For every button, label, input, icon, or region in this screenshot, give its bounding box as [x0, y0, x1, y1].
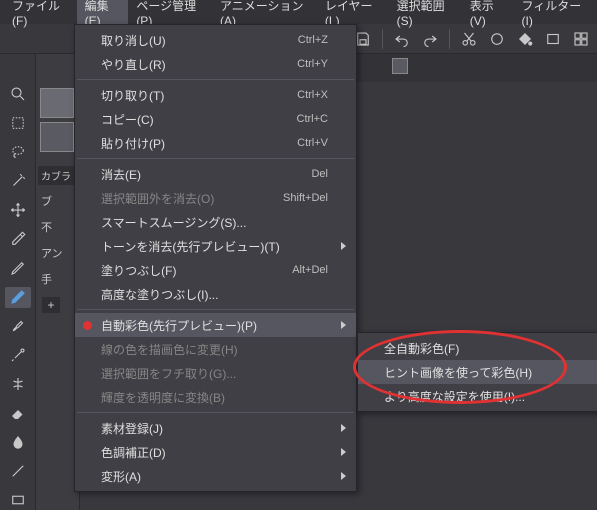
menu-separator [77, 79, 354, 80]
menuitem-line-to-drawcolor: 線の色を描画色に変更(H) [75, 337, 356, 361]
tool-airbrush-icon[interactable] [5, 344, 31, 365]
menuitem-clear[interactable]: 消去(E) Del [75, 162, 356, 186]
toolbar-separator [382, 29, 383, 49]
panel-add-button[interactable]: + [42, 297, 60, 313]
edit-menu: 取り消し(U) Ctrl+Z やり直し(R) Ctrl+Y 切り取り(T) Ct… [74, 24, 357, 492]
panel-row-4[interactable]: 手 [38, 269, 77, 289]
toolbox [0, 54, 36, 510]
panel-row-1[interactable]: ブ [38, 191, 77, 211]
tool-wand-icon[interactable] [5, 171, 31, 192]
tool-pen-icon[interactable] [5, 287, 31, 308]
menuitem-paste[interactable]: 貼り付け(P) Ctrl+V [75, 131, 356, 155]
panel-row-3[interactable]: アン [38, 243, 77, 263]
tool-marquee-icon[interactable] [5, 113, 31, 134]
submenu-arrow-icon [341, 242, 346, 250]
tool-lasso-icon[interactable] [5, 142, 31, 163]
menuitem-redo[interactable]: やり直し(R) Ctrl+Y [75, 52, 356, 76]
menuitem-cut[interactable]: 切り取り(T) Ctrl+X [75, 83, 356, 107]
menuitem-colorize[interactable]: 自動彩色(先行プレビュー)(P) [75, 313, 356, 337]
menuitem-transform[interactable]: 変形(A) [75, 464, 356, 488]
submenu-arrow-icon [341, 424, 346, 432]
menuitem-undo[interactable]: 取り消し(U) Ctrl+Z [75, 28, 356, 52]
submenu-full-auto[interactable]: 全自動彩色(F) [358, 336, 597, 360]
menuitem-selection-border: 選択範囲をフチ取り(G)... [75, 361, 356, 385]
tool-line-icon[interactable] [5, 460, 31, 481]
menuitem-clear-outside: 選択範囲外を消去(O) Shift+Del [75, 186, 356, 210]
toolbar-separator [449, 29, 450, 49]
menu-separator [77, 158, 354, 159]
panel-row-2[interactable]: 不 [38, 217, 77, 237]
tool-blend-icon[interactable] [5, 431, 31, 452]
toolbar-rect-icon[interactable] [541, 27, 565, 51]
brush-thumb-1[interactable] [40, 88, 74, 118]
tool-pencil-icon[interactable] [5, 258, 31, 279]
brush-group-label: カブラ [38, 166, 77, 185]
tool-rect-icon[interactable] [5, 489, 31, 510]
menuitem-remove-tone[interactable]: トーンを消去(先行プレビュー)(T) [75, 234, 356, 258]
tool-brush-icon[interactable] [5, 316, 31, 337]
toolbar-redo-icon[interactable] [418, 27, 442, 51]
tool-move-icon[interactable] [5, 200, 31, 221]
tool-magnify-icon[interactable] [5, 84, 31, 105]
submenu-hint-image[interactable]: ヒント画像を使って彩色(H) [358, 360, 597, 384]
menu-separator [77, 309, 354, 310]
tool-eyedropper-icon[interactable] [5, 229, 31, 250]
menuitem-smart-smoothing[interactable]: スマートスムージング(S)... [75, 210, 356, 234]
canvas-thumb[interactable] [392, 58, 408, 74]
tool-decoration-icon[interactable] [5, 373, 31, 394]
submenu-arrow-icon [341, 321, 346, 329]
menuitem-brightness-to-opacity: 輝度を透明度に変換(B) [75, 385, 356, 409]
toolbar-grid-icon[interactable] [569, 27, 593, 51]
submenu-arrow-icon [341, 472, 346, 480]
menu-file[interactable]: ファイル(F) [4, 0, 77, 32]
annotation-bullet-icon [83, 321, 92, 330]
tool-eraser-icon[interactable] [5, 402, 31, 423]
toolbar-undo-icon[interactable] [390, 27, 414, 51]
toolbar-bucket-icon[interactable] [513, 27, 537, 51]
menu-separator [77, 412, 354, 413]
colorize-submenu: 全自動彩色(F) ヒント画像を使って彩色(H) より高度な設定を使用(I)... [357, 332, 597, 412]
menuitem-copy[interactable]: コピー(C) Ctrl+C [75, 107, 356, 131]
toolbar-cut-icon[interactable] [457, 27, 481, 51]
menuitem-tonal-correction[interactable]: 色調補正(D) [75, 440, 356, 464]
submenu-arrow-icon [341, 448, 346, 456]
submenu-advanced-settings[interactable]: より高度な設定を使用(I)... [358, 384, 597, 408]
menuitem-register-material[interactable]: 素材登録(J) [75, 416, 356, 440]
toolbar-circle-icon[interactable] [485, 27, 509, 51]
menuitem-fill[interactable]: 塗りつぶし(F) Alt+Del [75, 258, 356, 282]
menubar: ファイル(F) 編集(E) ページ管理(P) アニメーション(A) レイヤー(L… [0, 0, 597, 24]
brush-thumb-2[interactable] [40, 122, 74, 152]
menuitem-advanced-fill[interactable]: 高度な塗りつぶし(I)... [75, 282, 356, 306]
